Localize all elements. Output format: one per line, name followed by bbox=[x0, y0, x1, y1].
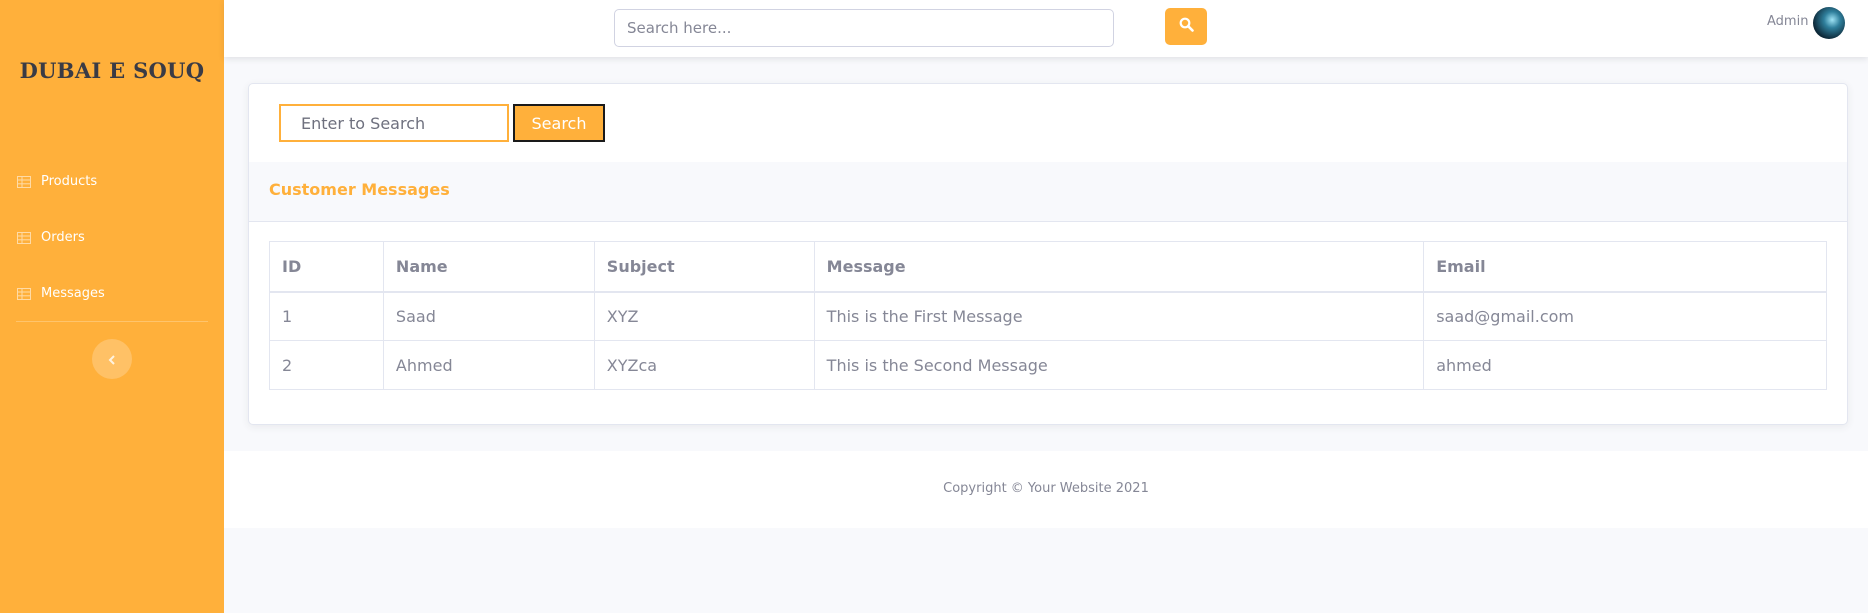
cell-subject: XYZ bbox=[593, 291, 815, 341]
top-search-input[interactable] bbox=[614, 9, 1114, 47]
cell-message: This is the Second Message bbox=[813, 340, 1425, 390]
cell-name: Ahmed bbox=[382, 340, 595, 390]
topbar: Admin bbox=[224, 0, 1868, 57]
table-icon bbox=[17, 175, 31, 188]
column-header-email: Email bbox=[1423, 241, 1827, 293]
user-name[interactable]: Admin bbox=[1767, 14, 1808, 29]
copyright-text: Copyright © Your Website 2021 bbox=[943, 481, 1149, 496]
card-title: Customer Messages bbox=[269, 180, 450, 199]
column-header-subject: Subject bbox=[593, 241, 815, 293]
sidebar-item-messages[interactable]: Messages bbox=[17, 286, 105, 301]
table-icon bbox=[17, 287, 31, 300]
chevron-left-icon bbox=[108, 350, 116, 369]
messages-table: ID Name Subject Message Email 1 Saad XYZ… bbox=[269, 241, 1827, 390]
sidebar: DUBAI E SOUQ Products Orders Messages bbox=[0, 0, 224, 613]
top-search-button[interactable] bbox=[1165, 8, 1207, 45]
cell-email: ahmed bbox=[1423, 340, 1827, 390]
cell-message: This is the First Message bbox=[813, 291, 1425, 341]
cell-id: 1 bbox=[269, 291, 384, 341]
column-header-message: Message bbox=[813, 241, 1425, 293]
sidebar-item-label: Orders bbox=[41, 230, 85, 245]
table-header-row: ID Name Subject Message Email bbox=[269, 241, 1827, 293]
sidebar-toggle-button[interactable] bbox=[92, 339, 132, 379]
sidebar-item-products[interactable]: Products bbox=[17, 174, 97, 189]
table-icon bbox=[17, 231, 31, 244]
table-row: 2 Ahmed XYZca This is the Second Message… bbox=[269, 340, 1827, 390]
column-header-id: ID bbox=[269, 241, 384, 293]
messages-search-input[interactable] bbox=[279, 104, 509, 142]
brand-title[interactable]: DUBAI E SOUQ bbox=[0, 58, 224, 83]
messages-search-button[interactable]: Search bbox=[513, 104, 605, 142]
sidebar-divider bbox=[16, 321, 208, 322]
sidebar-item-label: Messages bbox=[41, 286, 105, 301]
cell-id: 2 bbox=[269, 340, 384, 390]
messages-card: Search Customer Messages ID Name Subject… bbox=[248, 83, 1848, 425]
search-icon bbox=[1179, 17, 1194, 36]
table-row: 1 Saad XYZ This is the First Message saa… bbox=[269, 291, 1827, 341]
avatar[interactable] bbox=[1813, 7, 1845, 39]
column-header-name: Name bbox=[382, 241, 595, 293]
cell-subject: XYZca bbox=[593, 340, 815, 390]
sidebar-item-label: Products bbox=[41, 174, 98, 189]
card-header: Customer Messages bbox=[249, 162, 1847, 222]
sidebar-item-orders[interactable]: Orders bbox=[17, 230, 85, 245]
cell-name: Saad bbox=[382, 291, 595, 341]
footer: Copyright © Your Website 2021 bbox=[224, 451, 1868, 528]
cell-email: saad@gmail.com bbox=[1423, 291, 1827, 341]
